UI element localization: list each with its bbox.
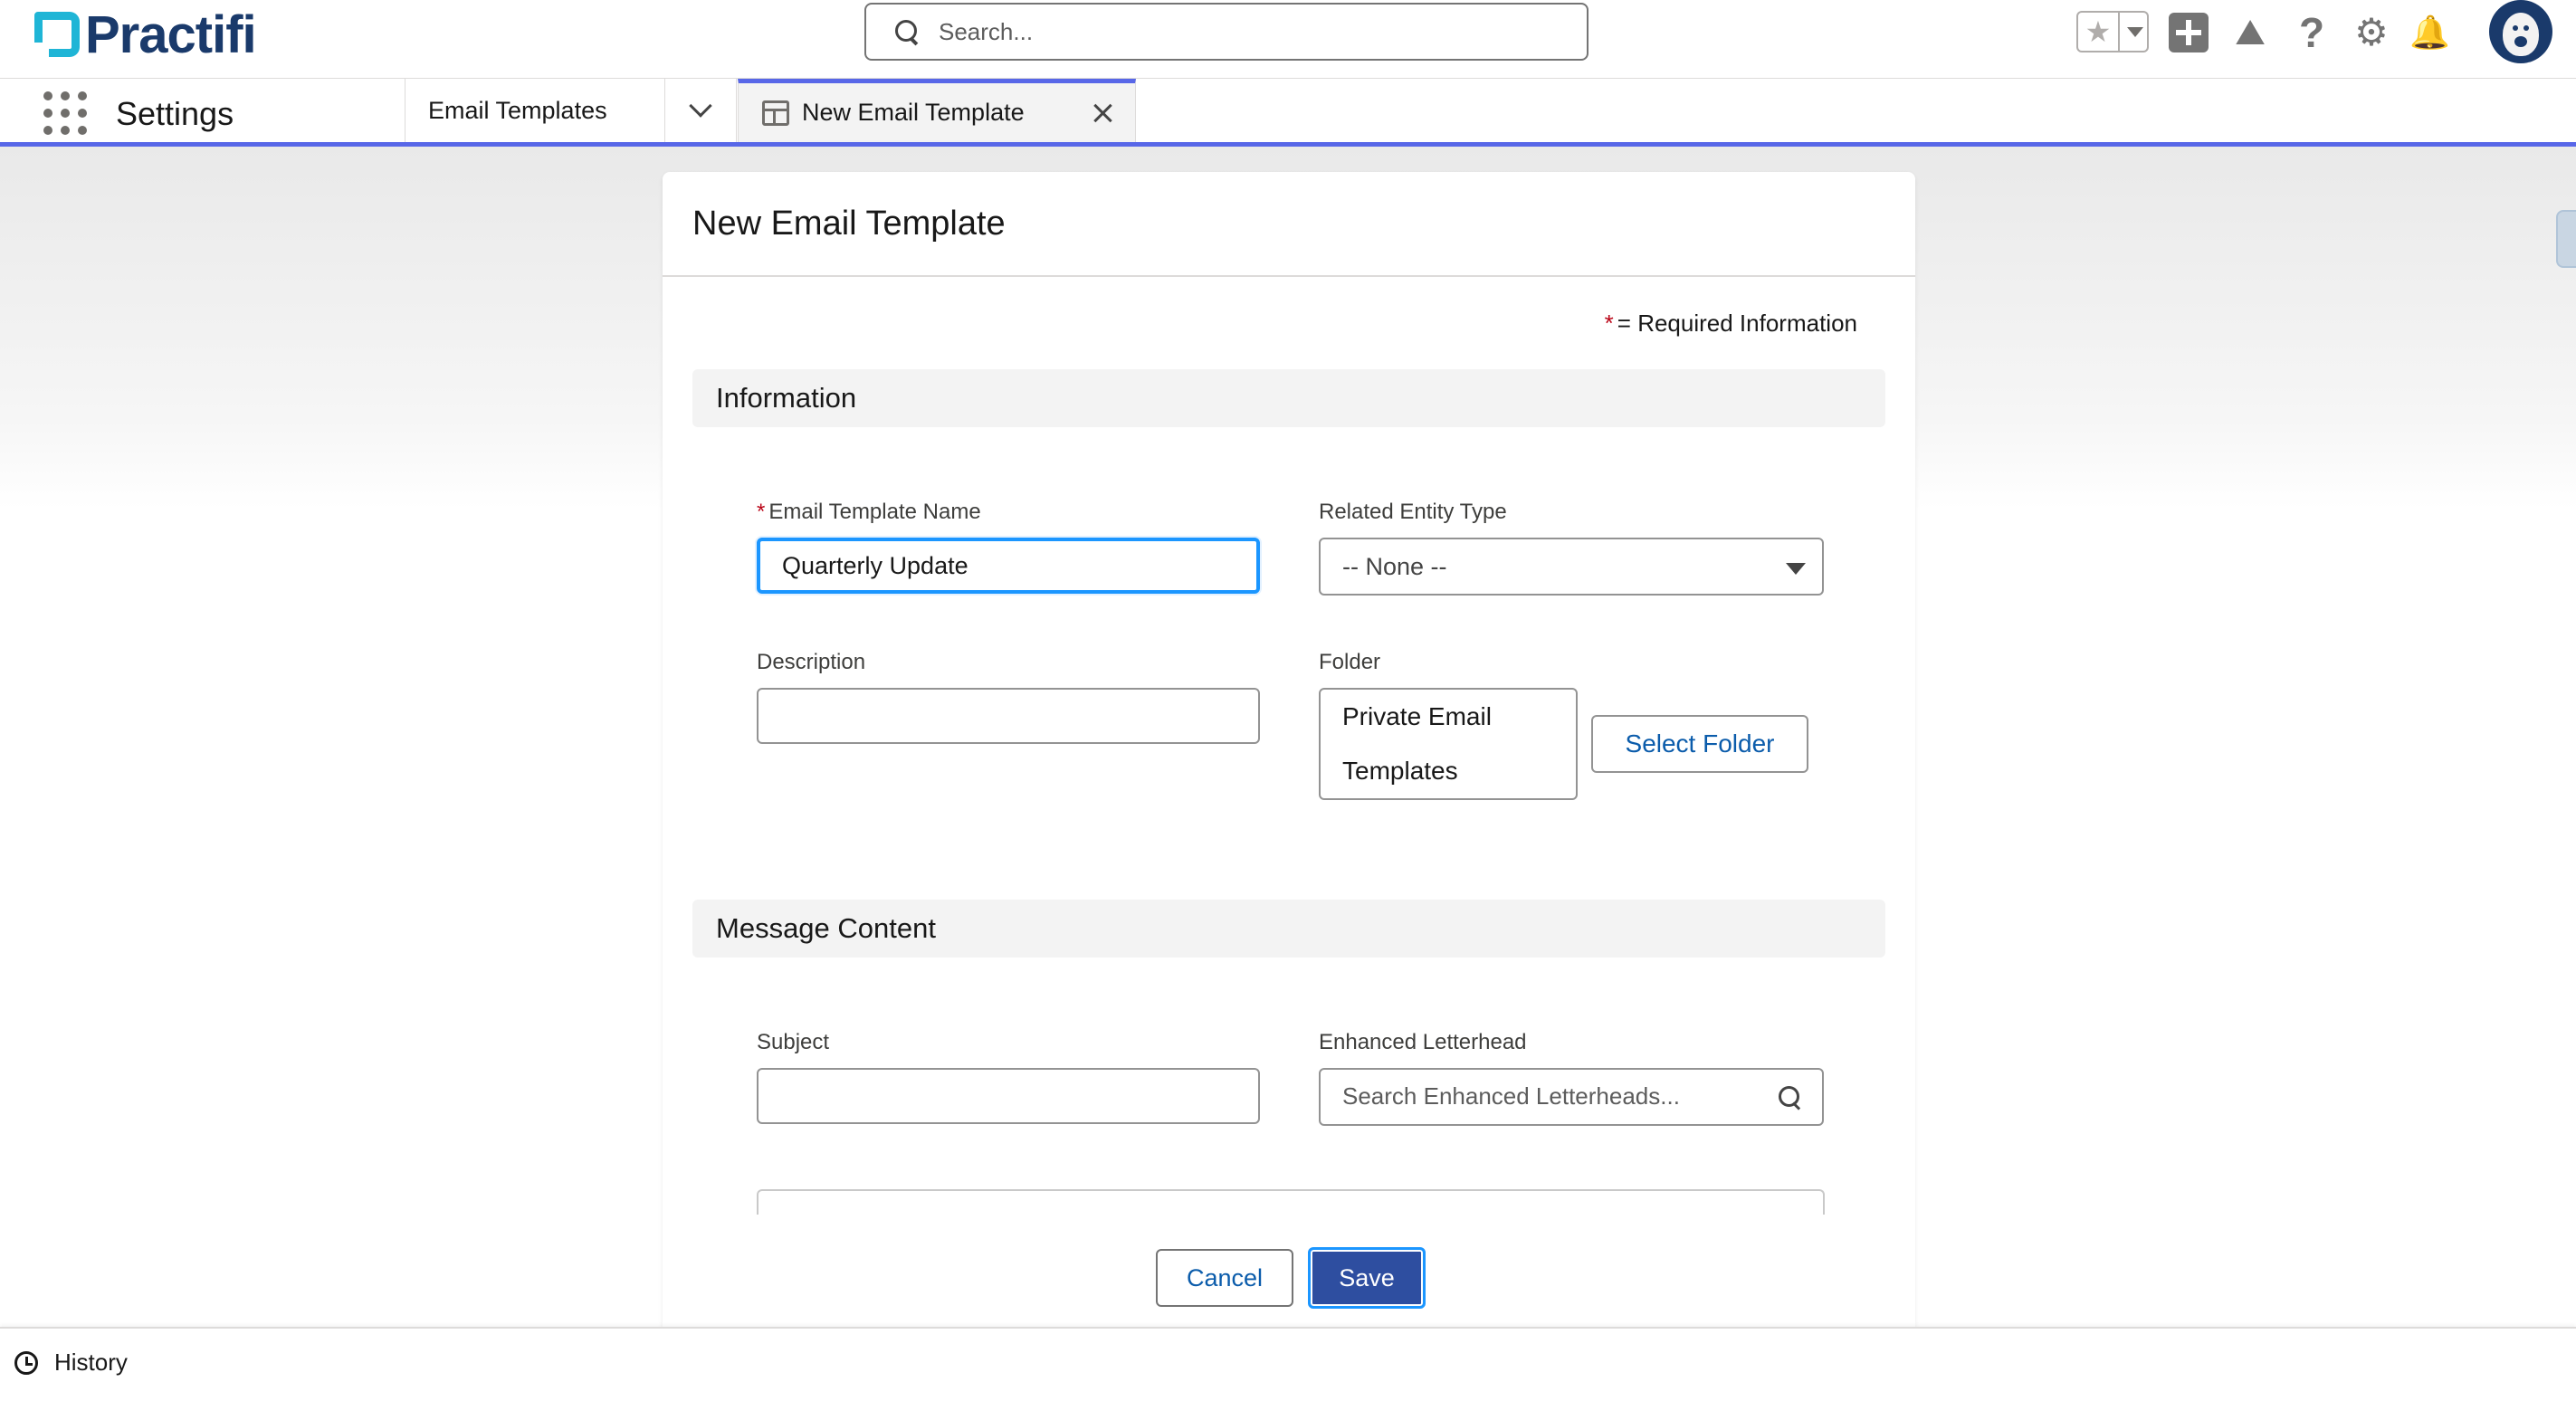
app-launcher-waffle-icon[interactable]: [43, 91, 87, 135]
avatar-eye-icon: [2524, 25, 2529, 31]
section-title: Information: [716, 382, 857, 414]
required-star: *: [757, 500, 766, 524]
app-name: Settings: [116, 95, 234, 132]
page-title: New Email Template: [692, 204, 1006, 243]
folder-value-line: Templates: [1342, 757, 1458, 785]
section-header-information: Information: [692, 369, 1885, 427]
tab-label: New Email Template: [802, 99, 1025, 126]
avatar-nose-icon: [2514, 36, 2527, 47]
description-input[interactable]: [757, 688, 1260, 744]
practifi-logo[interactable]: Practifi: [34, 5, 257, 64]
favorites-star-icon[interactable]: ★: [2078, 13, 2120, 51]
global-actions-plus-icon[interactable]: [2169, 13, 2209, 52]
global-search-input[interactable]: [939, 17, 1554, 46]
select-folder-button[interactable]: Select Folder: [1591, 715, 1808, 773]
enhanced-letterhead-lookup[interactable]: [1319, 1068, 1824, 1126]
tab-email-templates[interactable]: Email Templates: [405, 79, 664, 142]
required-information-note: * = Required Information: [1605, 310, 1857, 338]
avatar-face-icon: [2503, 13, 2539, 56]
side-panel-handle[interactable]: [2556, 210, 2576, 268]
search-icon: [893, 18, 921, 45]
enhanced-letterhead-search-input[interactable]: [1342, 1082, 1759, 1110]
email-template-name-label: * Email Template Name: [757, 500, 981, 525]
user-avatar[interactable]: [2489, 0, 2552, 63]
history-label: History: [54, 1349, 128, 1376]
selected-value: -- None --: [1342, 552, 1447, 580]
required-star: *: [1604, 310, 1614, 337]
folder-value-line: Private Email: [1342, 702, 1492, 730]
form-footer: Cancel Save: [663, 1215, 1915, 1327]
email-template-name-input[interactable]: [757, 538, 1260, 594]
cancel-button[interactable]: Cancel: [1156, 1249, 1293, 1307]
global-header: Practifi ★ ⛰ ? ⚙ 🔔: [0, 0, 2576, 79]
chevron-down-icon: [689, 94, 712, 118]
email-template-icon: [762, 100, 789, 126]
label-text: Email Template Name: [768, 500, 981, 524]
utility-history-item[interactable]: History: [14, 1349, 128, 1377]
tab-overflow-menu-button[interactable]: [664, 79, 737, 142]
close-tab-icon[interactable]: [1092, 101, 1115, 125]
trailhead-icon[interactable]: ⛰: [2230, 13, 2270, 52]
save-button[interactable]: Save: [1308, 1247, 1426, 1309]
folder-value-box: Private Email Templates: [1319, 688, 1578, 800]
tab-new-email-template[interactable]: New Email Template: [738, 79, 1136, 142]
subject-label: Subject: [757, 1030, 830, 1054]
notifications-bell-icon[interactable]: 🔔: [2409, 13, 2450, 52]
related-entity-type-select[interactable]: -- None --: [1319, 538, 1824, 596]
navigation-bar: Settings Email Templates New Email Templ…: [0, 79, 2576, 147]
brand-name: Practifi: [85, 5, 257, 64]
section-header-message-content: Message Content: [692, 900, 1885, 958]
folder-label: Folder: [1319, 650, 1381, 674]
help-icon[interactable]: ?: [2292, 12, 2332, 53]
new-email-template-form: New Email Template * = Required Informati…: [663, 172, 1915, 1327]
description-label: Description: [757, 650, 866, 674]
section-title: Message Content: [716, 912, 936, 944]
utility-bar: History: [0, 1327, 2576, 1401]
setup-gear-icon[interactable]: ⚙: [2352, 13, 2391, 52]
global-search-box[interactable]: [864, 3, 1589, 61]
favorites-button-group[interactable]: ★: [2076, 11, 2149, 52]
related-entity-type-label: Related Entity Type: [1319, 500, 1507, 524]
tab-label: Email Templates: [428, 96, 607, 124]
search-icon: [1777, 1084, 1804, 1111]
subject-input[interactable]: [757, 1068, 1260, 1124]
dropdown-caret-icon: [1786, 563, 1806, 575]
required-note-text: = Required Information: [1617, 310, 1857, 337]
practifi-logo-mark-icon: [34, 12, 80, 57]
avatar-eye-icon: [2513, 25, 2518, 31]
workspace: New Email Template * = Required Informati…: [0, 147, 2576, 1327]
clock-icon: [14, 1350, 38, 1375]
favorites-list-chevron-down-icon[interactable]: [2120, 13, 2147, 51]
form-header: New Email Template: [663, 172, 1915, 277]
enhanced-letterhead-label: Enhanced Letterhead: [1319, 1030, 1527, 1054]
